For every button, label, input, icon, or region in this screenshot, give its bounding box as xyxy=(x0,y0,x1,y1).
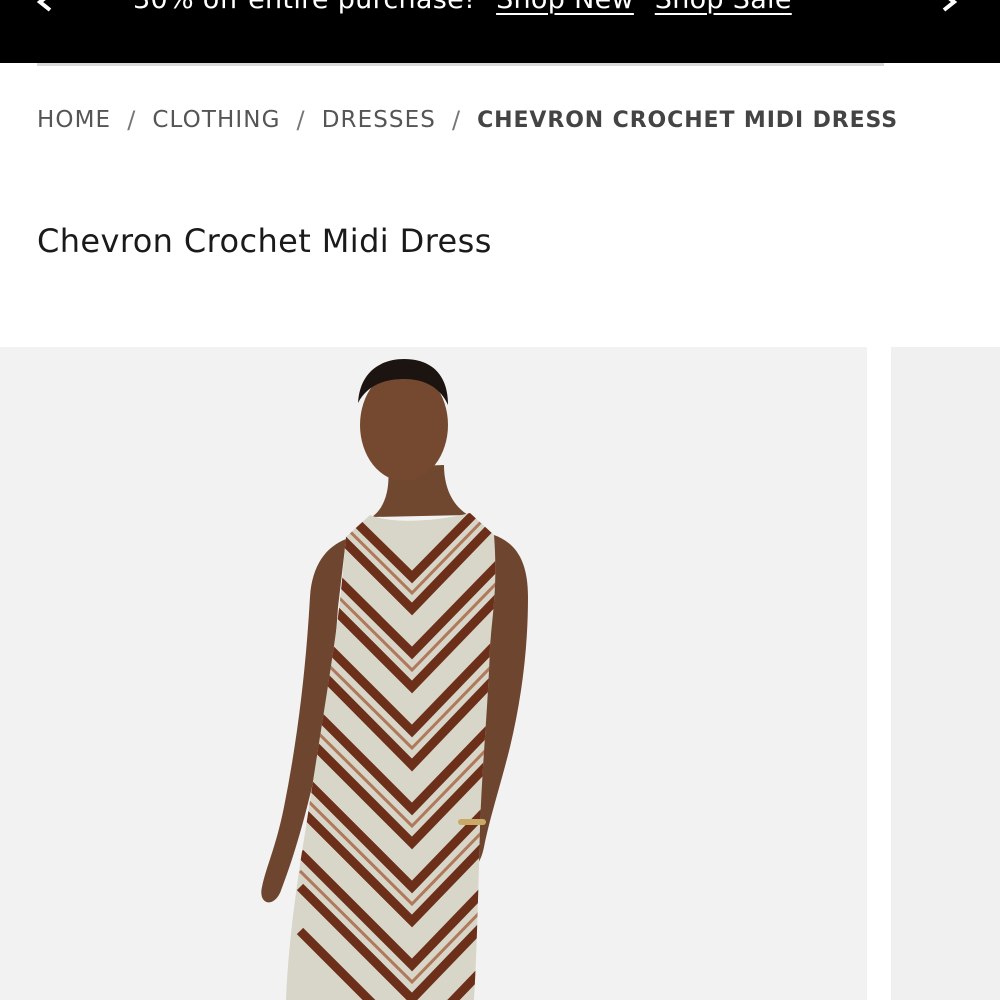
breadcrumb: HOME / CLOTHING / DRESSES / CHEVRON CROC… xyxy=(37,104,898,136)
chevron-right-icon[interactable] xyxy=(936,0,960,14)
shop-new-link[interactable]: Shop New xyxy=(496,0,634,15)
header-divider xyxy=(37,63,884,66)
product-secondary-image[interactable] xyxy=(891,347,1000,1000)
chevron-left-icon[interactable] xyxy=(34,0,58,14)
shop-sale-link[interactable]: Shop Sale xyxy=(655,0,792,15)
promo-banner: 30% off entire purchase! Shop New Shop S… xyxy=(0,0,1000,63)
product-main-image[interactable] xyxy=(0,347,867,1000)
promo-message: 30% off entire purchase! Shop New Shop S… xyxy=(133,0,792,16)
product-gallery xyxy=(0,347,1000,1000)
breadcrumb-dresses[interactable]: DRESSES xyxy=(322,107,436,133)
breadcrumb-separator: / xyxy=(451,106,462,134)
breadcrumb-home[interactable]: HOME xyxy=(37,107,111,133)
breadcrumb-clothing[interactable]: CLOTHING xyxy=(152,107,280,133)
bracelet xyxy=(458,819,486,825)
breadcrumb-separator: / xyxy=(296,106,306,134)
breadcrumb-separator: / xyxy=(127,106,137,134)
promo-offer-text: 30% off entire purchase! xyxy=(133,0,475,15)
page-title: Chevron Crochet Midi Dress xyxy=(37,222,492,260)
breadcrumb-current: CHEVRON CROCHET MIDI DRESS xyxy=(477,107,899,133)
model-illustration xyxy=(261,359,528,1000)
